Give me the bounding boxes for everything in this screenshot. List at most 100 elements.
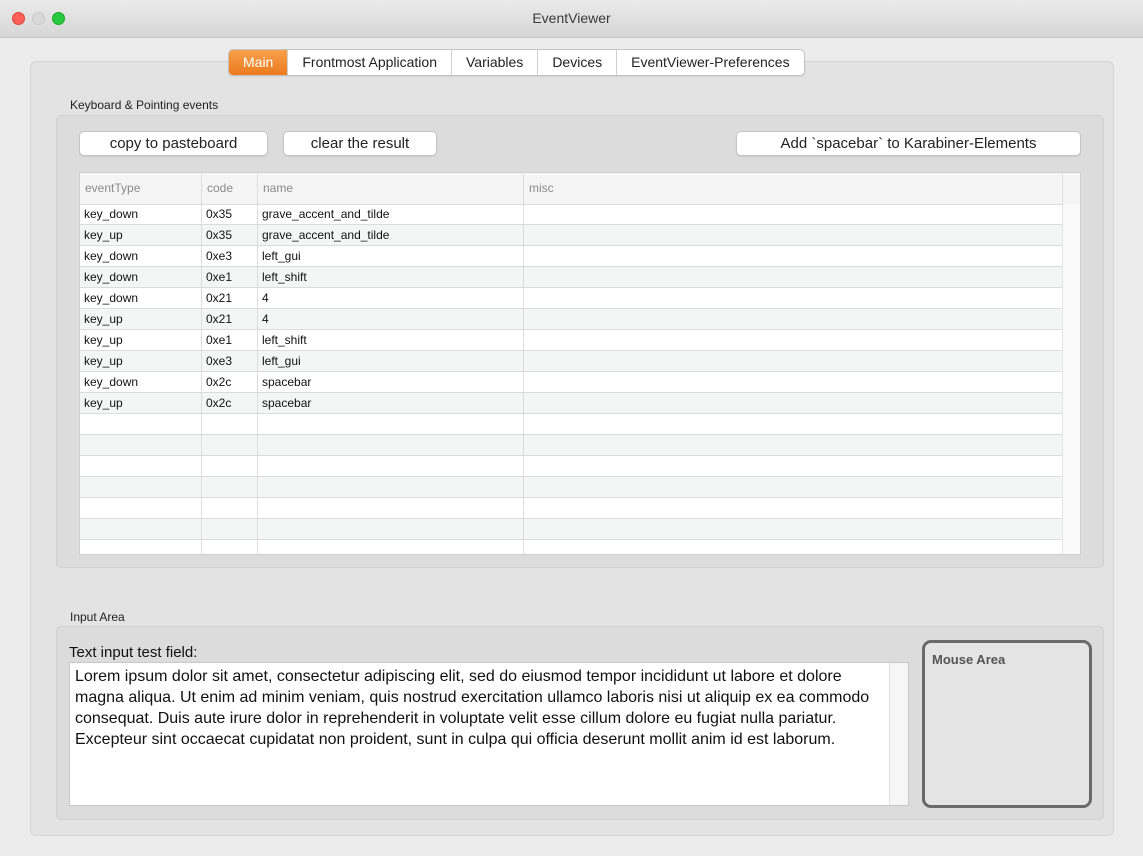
mouse-area-label: Mouse Area (932, 652, 1006, 667)
name-cell (257, 540, 523, 554)
table-row[interactable]: key_down 0xe1 left_shift (80, 267, 1062, 288)
text-input-scrollbar[interactable] (889, 663, 908, 805)
misc-cell (523, 309, 1062, 329)
event-type-cell (80, 477, 201, 497)
table-row[interactable] (80, 519, 1062, 540)
misc-cell (523, 204, 1062, 224)
misc-cell (523, 435, 1062, 455)
name-cell (257, 477, 523, 497)
column-header-eventtype[interactable]: eventType (80, 173, 201, 204)
tab-variables[interactable]: Variables (450, 50, 537, 75)
name-cell: 4 (257, 309, 523, 329)
table-row[interactable]: key_down 0xe3 left_gui (80, 246, 1062, 267)
code-cell: 0x35 (201, 225, 257, 245)
code-cell: 0xe1 (201, 267, 257, 287)
code-cell: 0x21 (201, 288, 257, 308)
misc-cell (523, 372, 1062, 392)
table-row[interactable] (80, 435, 1062, 456)
name-cell (257, 519, 523, 539)
event-type-cell: key_up (84, 333, 123, 347)
event-type-cell: key_up (84, 228, 123, 242)
misc-cell (523, 330, 1062, 350)
tab-main[interactable]: Main (229, 50, 288, 75)
table-row[interactable] (80, 540, 1062, 554)
name-cell (257, 456, 523, 476)
copy-to-pasteboard-button[interactable]: copy to pasteboard (79, 131, 268, 156)
misc-cell (523, 414, 1062, 434)
code-cell (201, 519, 257, 539)
misc-cell (523, 456, 1062, 476)
code-cell: 0xe1 (201, 330, 257, 350)
table-row[interactable]: key_up 0x21 4 (80, 309, 1062, 330)
keyboard-group-label: Keyboard & Pointing events (70, 98, 219, 112)
event-type-cell: key_down (84, 375, 139, 389)
event-type-cell (80, 519, 201, 539)
event-type-cell (80, 498, 201, 518)
event-type-cell: key_down (84, 249, 139, 263)
code-cell (201, 498, 257, 518)
code-cell: 0x21 (201, 309, 257, 329)
text-input-label: Text input test field: (69, 644, 198, 661)
name-cell: left_gui (257, 246, 523, 266)
table-row[interactable] (80, 456, 1062, 477)
table-row[interactable]: key_down 0x21 4 (80, 288, 1062, 309)
event-type-cell (80, 456, 201, 476)
table-row[interactable]: key_up 0x35 grave_accent_and_tilde (80, 225, 1062, 246)
event-type-cell (80, 540, 201, 554)
code-cell (201, 540, 257, 554)
table-row[interactable] (80, 498, 1062, 519)
table-header: eventType code name misc (80, 173, 1080, 205)
event-type-cell: key_down (84, 207, 139, 221)
column-header-misc[interactable]: misc (523, 173, 1062, 204)
name-cell: left_shift (257, 330, 523, 350)
code-cell (201, 477, 257, 497)
table-row[interactable]: key_down 0x35 grave_accent_and_tilde (80, 204, 1062, 225)
column-header-code[interactable]: code (201, 173, 257, 204)
misc-cell (523, 393, 1062, 413)
misc-cell (523, 498, 1062, 518)
misc-cell (523, 477, 1062, 497)
name-cell: 4 (257, 288, 523, 308)
tab-devices[interactable]: Devices (537, 50, 616, 75)
code-cell (201, 456, 257, 476)
table-body: key_down 0x35 grave_accent_and_tilde key_up… (80, 204, 1062, 554)
event-type-cell (80, 435, 201, 455)
misc-cell (523, 540, 1062, 554)
table-scrollbar[interactable] (1062, 204, 1080, 554)
code-cell (201, 414, 257, 434)
misc-cell (523, 351, 1062, 371)
event-type-cell: key_up (84, 354, 123, 368)
window-title: EventViewer (532, 10, 611, 26)
name-cell: grave_accent_and_tilde (257, 225, 523, 245)
table-row[interactable]: key_down 0x2c spacebar (80, 372, 1062, 393)
event-type-cell: key_down (84, 270, 139, 284)
misc-cell (523, 246, 1062, 266)
misc-cell (523, 225, 1062, 245)
table-row[interactable]: key_up 0xe1 left_shift (80, 330, 1062, 351)
misc-cell (523, 288, 1062, 308)
table-row[interactable] (80, 477, 1062, 498)
table-row[interactable] (80, 414, 1062, 435)
events-table[interactable]: eventType code name misc key_down 0x35 gra… (79, 172, 1081, 555)
code-cell: 0x2c (201, 372, 257, 392)
add-to-karabiner-button[interactable]: Add `spacebar` to Karabiner-Elements (736, 131, 1081, 156)
table-row[interactable]: key_up 0xe3 left_gui (80, 351, 1062, 372)
tab-bar: Main Frontmost Application Variables Dev… (228, 49, 805, 76)
column-header-spacer (1062, 173, 1080, 204)
event-type-cell (80, 414, 201, 434)
title-bar: EventViewer (0, 0, 1143, 38)
misc-cell (523, 519, 1062, 539)
tab-frontmost-application[interactable]: Frontmost Application (287, 50, 451, 75)
text-input-field[interactable]: Lorem ipsum dolor sit amet, consectetur … (69, 662, 909, 806)
code-cell: 0x2c (201, 393, 257, 413)
mouse-area[interactable]: Mouse Area (922, 640, 1092, 808)
column-header-name[interactable]: name (257, 173, 523, 204)
name-cell: spacebar (257, 372, 523, 392)
tab-eventviewer-preferences[interactable]: EventViewer-Preferences (616, 50, 803, 75)
code-cell: 0xe3 (201, 351, 257, 371)
event-type-cell: key_down (84, 291, 139, 305)
code-cell (201, 435, 257, 455)
text-input-content[interactable]: Lorem ipsum dolor sit amet, consectetur … (75, 666, 887, 750)
table-row[interactable]: key_up 0x2c spacebar (80, 393, 1062, 414)
clear-result-button[interactable]: clear the result (283, 131, 437, 156)
